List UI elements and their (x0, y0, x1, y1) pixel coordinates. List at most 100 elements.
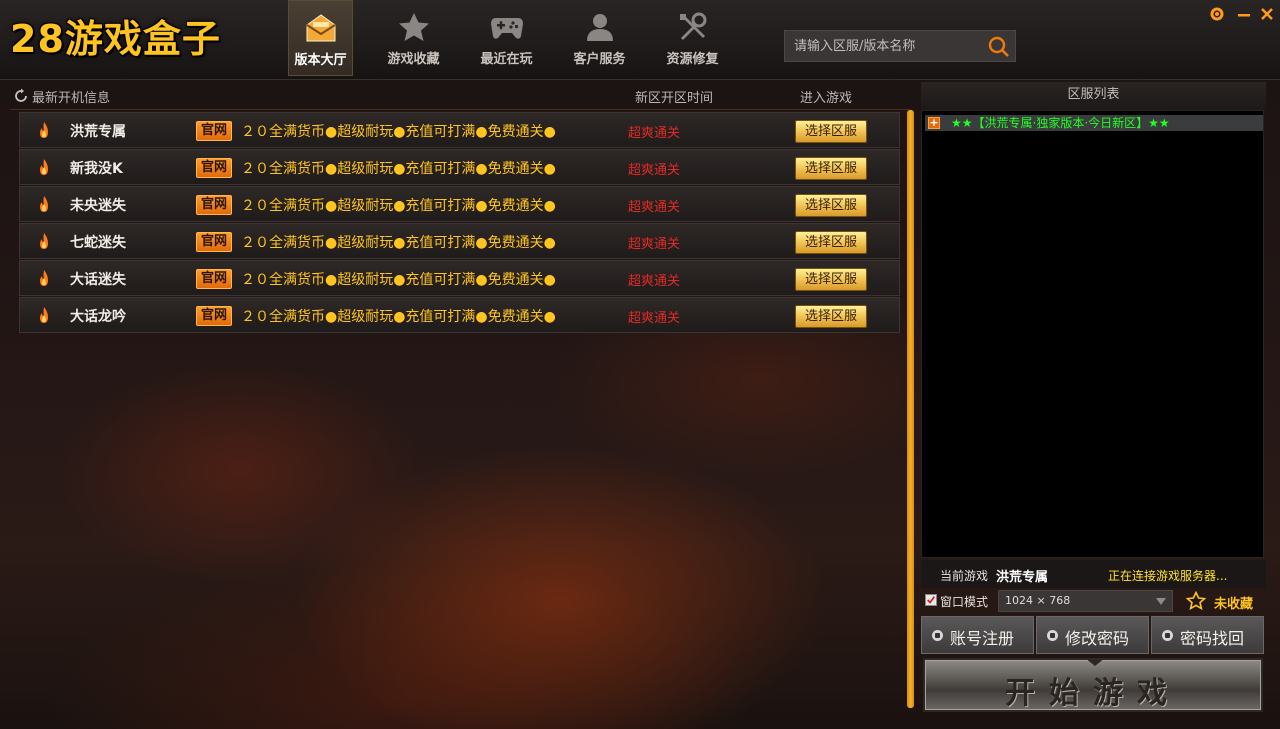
server-description: ２０全满货币●超级耐玩●充值可打满●免费通关● (241, 161, 556, 177)
start-game-label: 开始游戏 (1005, 676, 1181, 711)
select-server-button[interactable]: 选择区服 (795, 231, 867, 254)
change-password-button[interactable]: 修改密码 (1036, 616, 1149, 654)
select-server-button[interactable]: 选择区服 (795, 268, 867, 291)
zone-list: + ★★【洪荒专属·独家版本·今日新区】★★ (921, 110, 1264, 558)
official-badge[interactable]: 官网 (196, 121, 233, 141)
table-row: 大话龙吟 官网 ２０全满货币●超级耐玩●充值可打满●免费通关● 超爽通关 选择区… (19, 297, 900, 333)
server-open-time: 超爽通关 (628, 274, 681, 289)
nav-item-support[interactable]: 客户服务 (567, 0, 632, 76)
main-nav: 版本大厅 游戏收藏 最近在玩 客户服务 资源修复 (288, 0, 753, 80)
nav-label: 客户服务 (573, 52, 626, 67)
official-badge[interactable]: 官网 (196, 232, 233, 252)
nav-item-repair[interactable]: 资源修复 (660, 0, 725, 76)
server-description: ２０全满货币●超级耐玩●充值可打满●免费通关● (241, 124, 556, 140)
column-enter-game: 进入游戏 (800, 91, 853, 106)
official-badge[interactable]: 官网 (196, 195, 233, 215)
tools-icon (673, 10, 713, 44)
nav-item-lobby[interactable]: 版本大厅 (288, 0, 353, 76)
star-outline-icon[interactable] (1186, 591, 1206, 611)
select-server-button[interactable]: 选择区服 (795, 120, 867, 143)
fire-icon (40, 196, 48, 212)
fire-icon (40, 307, 48, 323)
table-row: 大话迷失 官网 ２０全满货币●超级耐玩●充值可打满●免费通关● 超爽通关 选择区… (19, 260, 900, 296)
official-badge[interactable]: 官网 (196, 306, 233, 326)
current-game-name: 洪荒专属 (996, 570, 1049, 585)
server-description: ２０全满货币●超级耐玩●充值可打满●免费通关● (241, 235, 556, 251)
recover-password-button[interactable]: 密码找回 (1151, 616, 1264, 654)
server-list-header: 最新开机信息 新区开区时间 进入游戏 (10, 82, 910, 110)
search-input[interactable] (785, 31, 985, 61)
official-badge[interactable]: 官网 (196, 158, 233, 178)
resolution-value: 1024 × 768 (1005, 594, 1071, 607)
minimize-icon[interactable] (1236, 6, 1252, 22)
server-name: 洪荒专属 (70, 124, 126, 140)
window-mode-label: 窗口模式 (940, 595, 989, 609)
chevron-down-icon (1156, 598, 1166, 605)
user-icon (932, 630, 943, 641)
scrollbar-thumb[interactable] (907, 110, 914, 708)
refresh-icon[interactable] (13, 88, 29, 104)
select-server-button[interactable]: 选择区服 (795, 194, 867, 217)
current-game-bar: 当前游戏 洪荒专属 正在连接游戏服务器... (921, 560, 1266, 588)
fire-icon (40, 159, 48, 175)
search-icon[interactable] (987, 35, 1011, 59)
favorite-toggle[interactable]: 未收藏 (1214, 593, 1253, 612)
server-name: 七蛇迷失 (70, 235, 126, 251)
change-password-label: 修改密码 (1065, 629, 1130, 648)
account-buttons: 账号注册 修改密码 密码找回 (921, 616, 1266, 654)
register-label: 账号注册 (950, 629, 1015, 648)
app-logo: 28游戏盒子 (10, 17, 221, 61)
latest-servers-title: 最新开机信息 (32, 91, 111, 106)
nav-item-recent[interactable]: 最近在玩 (474, 0, 539, 76)
nav-label: 资源修复 (666, 52, 719, 67)
recover-password-label: 密码找回 (1180, 629, 1245, 648)
server-name: 新我没K (70, 161, 123, 177)
connection-status: 正在连接游戏服务器... (1108, 569, 1228, 583)
expand-icon[interactable]: + (928, 117, 940, 129)
zone-list-title: 区服列表 (921, 82, 1266, 110)
register-button[interactable]: 账号注册 (921, 616, 1034, 654)
official-badge[interactable]: 官网 (196, 269, 233, 289)
server-description: ２０全满货币●超级耐玩●充值可打满●免费通关● (241, 309, 556, 325)
options-bar: 窗口模式 1024 × 768 未收藏 (921, 588, 1266, 614)
nav-label: 游戏收藏 (387, 52, 440, 67)
server-name: 大话迷失 (70, 272, 126, 288)
fire-icon (40, 122, 48, 138)
fire-icon (40, 233, 48, 249)
current-game-label: 当前游戏 (940, 569, 989, 583)
select-server-button[interactable]: 选择区服 (795, 157, 867, 180)
start-game-button[interactable]: 开始游戏 (923, 658, 1263, 712)
server-name: 大话龙吟 (70, 309, 126, 325)
close-icon[interactable] (1259, 6, 1275, 22)
server-open-time: 超爽通关 (628, 200, 681, 215)
zone-list-item[interactable]: + ★★【洪荒专属·独家版本·今日新区】★★ (925, 115, 1263, 131)
resolution-select[interactable]: 1024 × 768 (998, 590, 1173, 612)
column-open-time: 新区开区时间 (635, 91, 714, 106)
table-row: 未央迷失 官网 ２０全满货币●超级耐玩●充值可打满●免费通关● 超爽通关 选择区… (19, 186, 900, 222)
mail-icon (301, 11, 341, 45)
star-icon (394, 10, 434, 44)
server-open-time: 超爽通关 (628, 237, 681, 252)
select-server-button[interactable]: 选择区服 (795, 305, 867, 328)
nav-item-favorites[interactable]: 游戏收藏 (381, 0, 446, 76)
window-mode-checkbox[interactable] (925, 594, 937, 606)
table-row: 洪荒专属 官网 ２０全满货币●超级耐玩●充值可打满●免费通关● 超爽通关 选择区… (19, 112, 900, 148)
search-box (784, 30, 1016, 62)
zone-label: ★★【洪荒专属·独家版本·今日新区】★★ (951, 116, 1170, 130)
server-list: 洪荒专属 官网 ２０全满货币●超级耐玩●充值可打满●免费通关● 超爽通关 选择区… (19, 112, 900, 334)
server-description: ２０全满货币●超级耐玩●充值可打满●免费通关● (241, 198, 556, 214)
server-open-time: 超爽通关 (628, 311, 681, 326)
gear-icon[interactable] (1209, 6, 1225, 22)
nav-label: 最近在玩 (480, 52, 533, 67)
table-row: 七蛇迷失 官网 ２０全满货币●超级耐玩●充值可打满●免费通关● 超爽通关 选择区… (19, 223, 900, 259)
server-description: ２０全满货币●超级耐玩●充值可打满●免费通关● (241, 272, 556, 288)
lock-icon (1047, 630, 1058, 641)
gamepad-icon (487, 10, 527, 44)
header: 28游戏盒子 版本大厅 游戏收藏 最近在玩 客户服务 资源修复 请输入区服/版本… (0, 0, 1280, 80)
server-zone-panel: 区服列表 + ★★【洪荒专属·独家版本·今日新区】★★ 当前游戏 洪荒专属 正在… (921, 82, 1266, 714)
scrollbar[interactable] (907, 110, 914, 708)
key-icon (1162, 630, 1173, 641)
table-row: 新我没K 官网 ２０全满货币●超级耐玩●充值可打满●免费通关● 超爽通关 选择区… (19, 149, 900, 185)
notch-icon (1085, 658, 1105, 666)
server-open-time: 超爽通关 (628, 126, 681, 141)
